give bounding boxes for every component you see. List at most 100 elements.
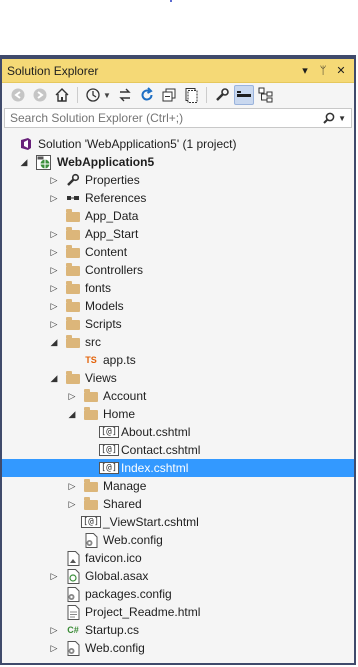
tree-row[interactable]: Web.config (2, 531, 354, 549)
collapse-arrow-icon[interactable]: ◢ (49, 369, 59, 387)
tree-row[interactable]: ▷ Models (2, 297, 354, 315)
tree-item-label: src (85, 335, 101, 349)
search-icon[interactable] (323, 112, 335, 124)
expand-arrow-icon[interactable]: ▷ (49, 261, 59, 279)
tree-row[interactable]: ◢ Home (2, 405, 354, 423)
wrench-icon (65, 172, 81, 188)
tree-item-label: Account (103, 389, 147, 403)
tree-item-label: Project_Readme.html (85, 605, 201, 619)
expand-arrow-icon[interactable]: ▷ (49, 171, 59, 189)
web-project-icon (35, 154, 51, 170)
wrench-icon (216, 88, 229, 101)
typescript-icon: TS (85, 355, 97, 365)
global-asax-icon (65, 568, 81, 584)
expand-arrow-icon[interactable]: ▷ (49, 567, 59, 585)
tree-row[interactable]: ▷ Shared (2, 495, 354, 513)
search-input[interactable] (10, 111, 324, 125)
forward-button[interactable] (30, 85, 50, 105)
html-file-icon (65, 604, 81, 620)
tree-item-label: _ViewStart.cshtml (103, 515, 199, 529)
solution-icon (18, 136, 34, 152)
expand-arrow-icon[interactable]: ▷ (67, 387, 77, 405)
tree-item-label: Content (85, 245, 128, 259)
preview-selected-items-button[interactable] (233, 85, 254, 105)
collapse-all-button[interactable] (159, 85, 179, 105)
tree-row[interactable]: ▷ Content (2, 243, 354, 261)
tree-row[interactable]: ◢ WebApplication5 (2, 153, 354, 171)
expand-arrow-icon[interactable]: ▷ (49, 189, 59, 207)
tree-row[interactable]: [@] Index.cshtml (2, 459, 354, 477)
search-controls: ▼ (323, 112, 346, 124)
tree-item-label: favicon.ico (85, 551, 142, 565)
tree-row[interactable]: packages.config (2, 585, 354, 603)
expand-arrow-icon[interactable]: ▷ (49, 243, 59, 261)
tree-row[interactable]: ◢ src (2, 333, 354, 351)
expand-arrow-icon[interactable]: ▷ (67, 477, 77, 495)
solution-tree: Solution 'WebApplication5' (1 project) ◢ W… (2, 135, 354, 663)
collapse-arrow-icon[interactable]: ◢ (67, 405, 77, 423)
tree-row[interactable]: ▷ fonts (2, 279, 354, 297)
pending-changes-filter-button[interactable] (83, 85, 103, 105)
show-all-files-icon (185, 88, 198, 103)
tree-row[interactable]: ▷ Manage (2, 477, 354, 495)
razor-icon: [@] (98, 444, 120, 456)
expand-arrow-icon[interactable]: ▷ (49, 225, 59, 243)
expand-arrow-icon[interactable]: ▷ (67, 495, 77, 513)
pin-icon[interactable]: ᛘ (315, 65, 331, 77)
tree-item-label: Global.asax (85, 569, 149, 583)
tree-item-label: Startup.cs (85, 623, 140, 637)
tree-row[interactable]: ▷ Properties (2, 171, 354, 189)
tree-row[interactable]: Solution 'WebApplication5' (1 project) (2, 135, 354, 153)
tree-row[interactable]: ▷ Global.asax (2, 567, 354, 585)
expand-arrow-icon[interactable]: ▷ (49, 639, 59, 657)
tree-row[interactable]: favicon.ico (2, 549, 354, 567)
collapse-arrow-icon[interactable]: ◢ (49, 333, 59, 351)
tree-row[interactable]: ▷ Scripts (2, 315, 354, 333)
expand-arrow-icon[interactable]: ▷ (49, 297, 59, 315)
tree-row[interactable]: ▷ App_Start (2, 225, 354, 243)
properties-button[interactable] (212, 85, 232, 105)
tree-row[interactable]: [@] _ViewStart.cshtml (2, 513, 354, 531)
tree-row[interactable]: ▷ Web.config (2, 639, 354, 657)
folder-icon (65, 316, 81, 332)
sync-with-active-document-button[interactable] (115, 85, 135, 105)
collapse-all-icon (162, 88, 176, 102)
search-box[interactable]: ▼ (4, 108, 352, 128)
tree-item-label: Manage (103, 479, 147, 493)
config-file-icon (65, 586, 81, 602)
tree-row[interactable]: ▷ Controllers (2, 261, 354, 279)
tree-row[interactable]: [@] About.cshtml (2, 423, 354, 441)
folder-icon (83, 388, 99, 404)
tree-item-label: Web.config (103, 533, 163, 547)
class-view-button[interactable] (256, 85, 276, 105)
chevron-down-icon[interactable]: ▼ (103, 91, 111, 100)
home-button[interactable] (52, 85, 72, 105)
tree-row[interactable]: Project_Readme.html (2, 603, 354, 621)
tree-item-label: Index.cshtml (121, 461, 189, 475)
tree-row[interactable]: TS app.ts (2, 351, 354, 369)
tree-item-label: Controllers (85, 263, 144, 277)
tree-item-label: Models (85, 299, 124, 313)
tree-row[interactable]: [@] Contact.cshtml (2, 441, 354, 459)
expand-arrow-icon[interactable]: ▷ (49, 621, 59, 639)
show-all-files-button[interactable] (181, 85, 201, 105)
folder-icon (65, 262, 81, 278)
back-button[interactable] (8, 85, 28, 105)
tree-row[interactable]: ▷ C# Startup.cs (2, 621, 354, 639)
refresh-button[interactable] (137, 85, 157, 105)
tree-row[interactable]: ▷ Account (2, 387, 354, 405)
folder-icon (65, 244, 81, 260)
close-icon[interactable]: ✕ (333, 64, 349, 77)
refresh-icon (141, 87, 153, 101)
tree-row[interactable]: ▷ References (2, 189, 354, 207)
tree-row[interactable]: ◢ Views (2, 369, 354, 387)
tree-item-label: Solution 'WebApplication5' (1 project) (38, 137, 237, 151)
tree-item-label: packages.config (85, 587, 172, 601)
chevron-down-icon[interactable]: ▼ (338, 114, 346, 123)
expand-arrow-icon[interactable]: ▷ (49, 315, 59, 333)
dropdown-icon[interactable]: ▾ (297, 64, 313, 77)
tree-row[interactable]: App_Data (2, 207, 354, 225)
expand-arrow-icon[interactable]: ▷ (49, 279, 59, 297)
collapse-arrow-icon[interactable]: ◢ (19, 153, 29, 171)
toolbar-separator (77, 87, 78, 103)
